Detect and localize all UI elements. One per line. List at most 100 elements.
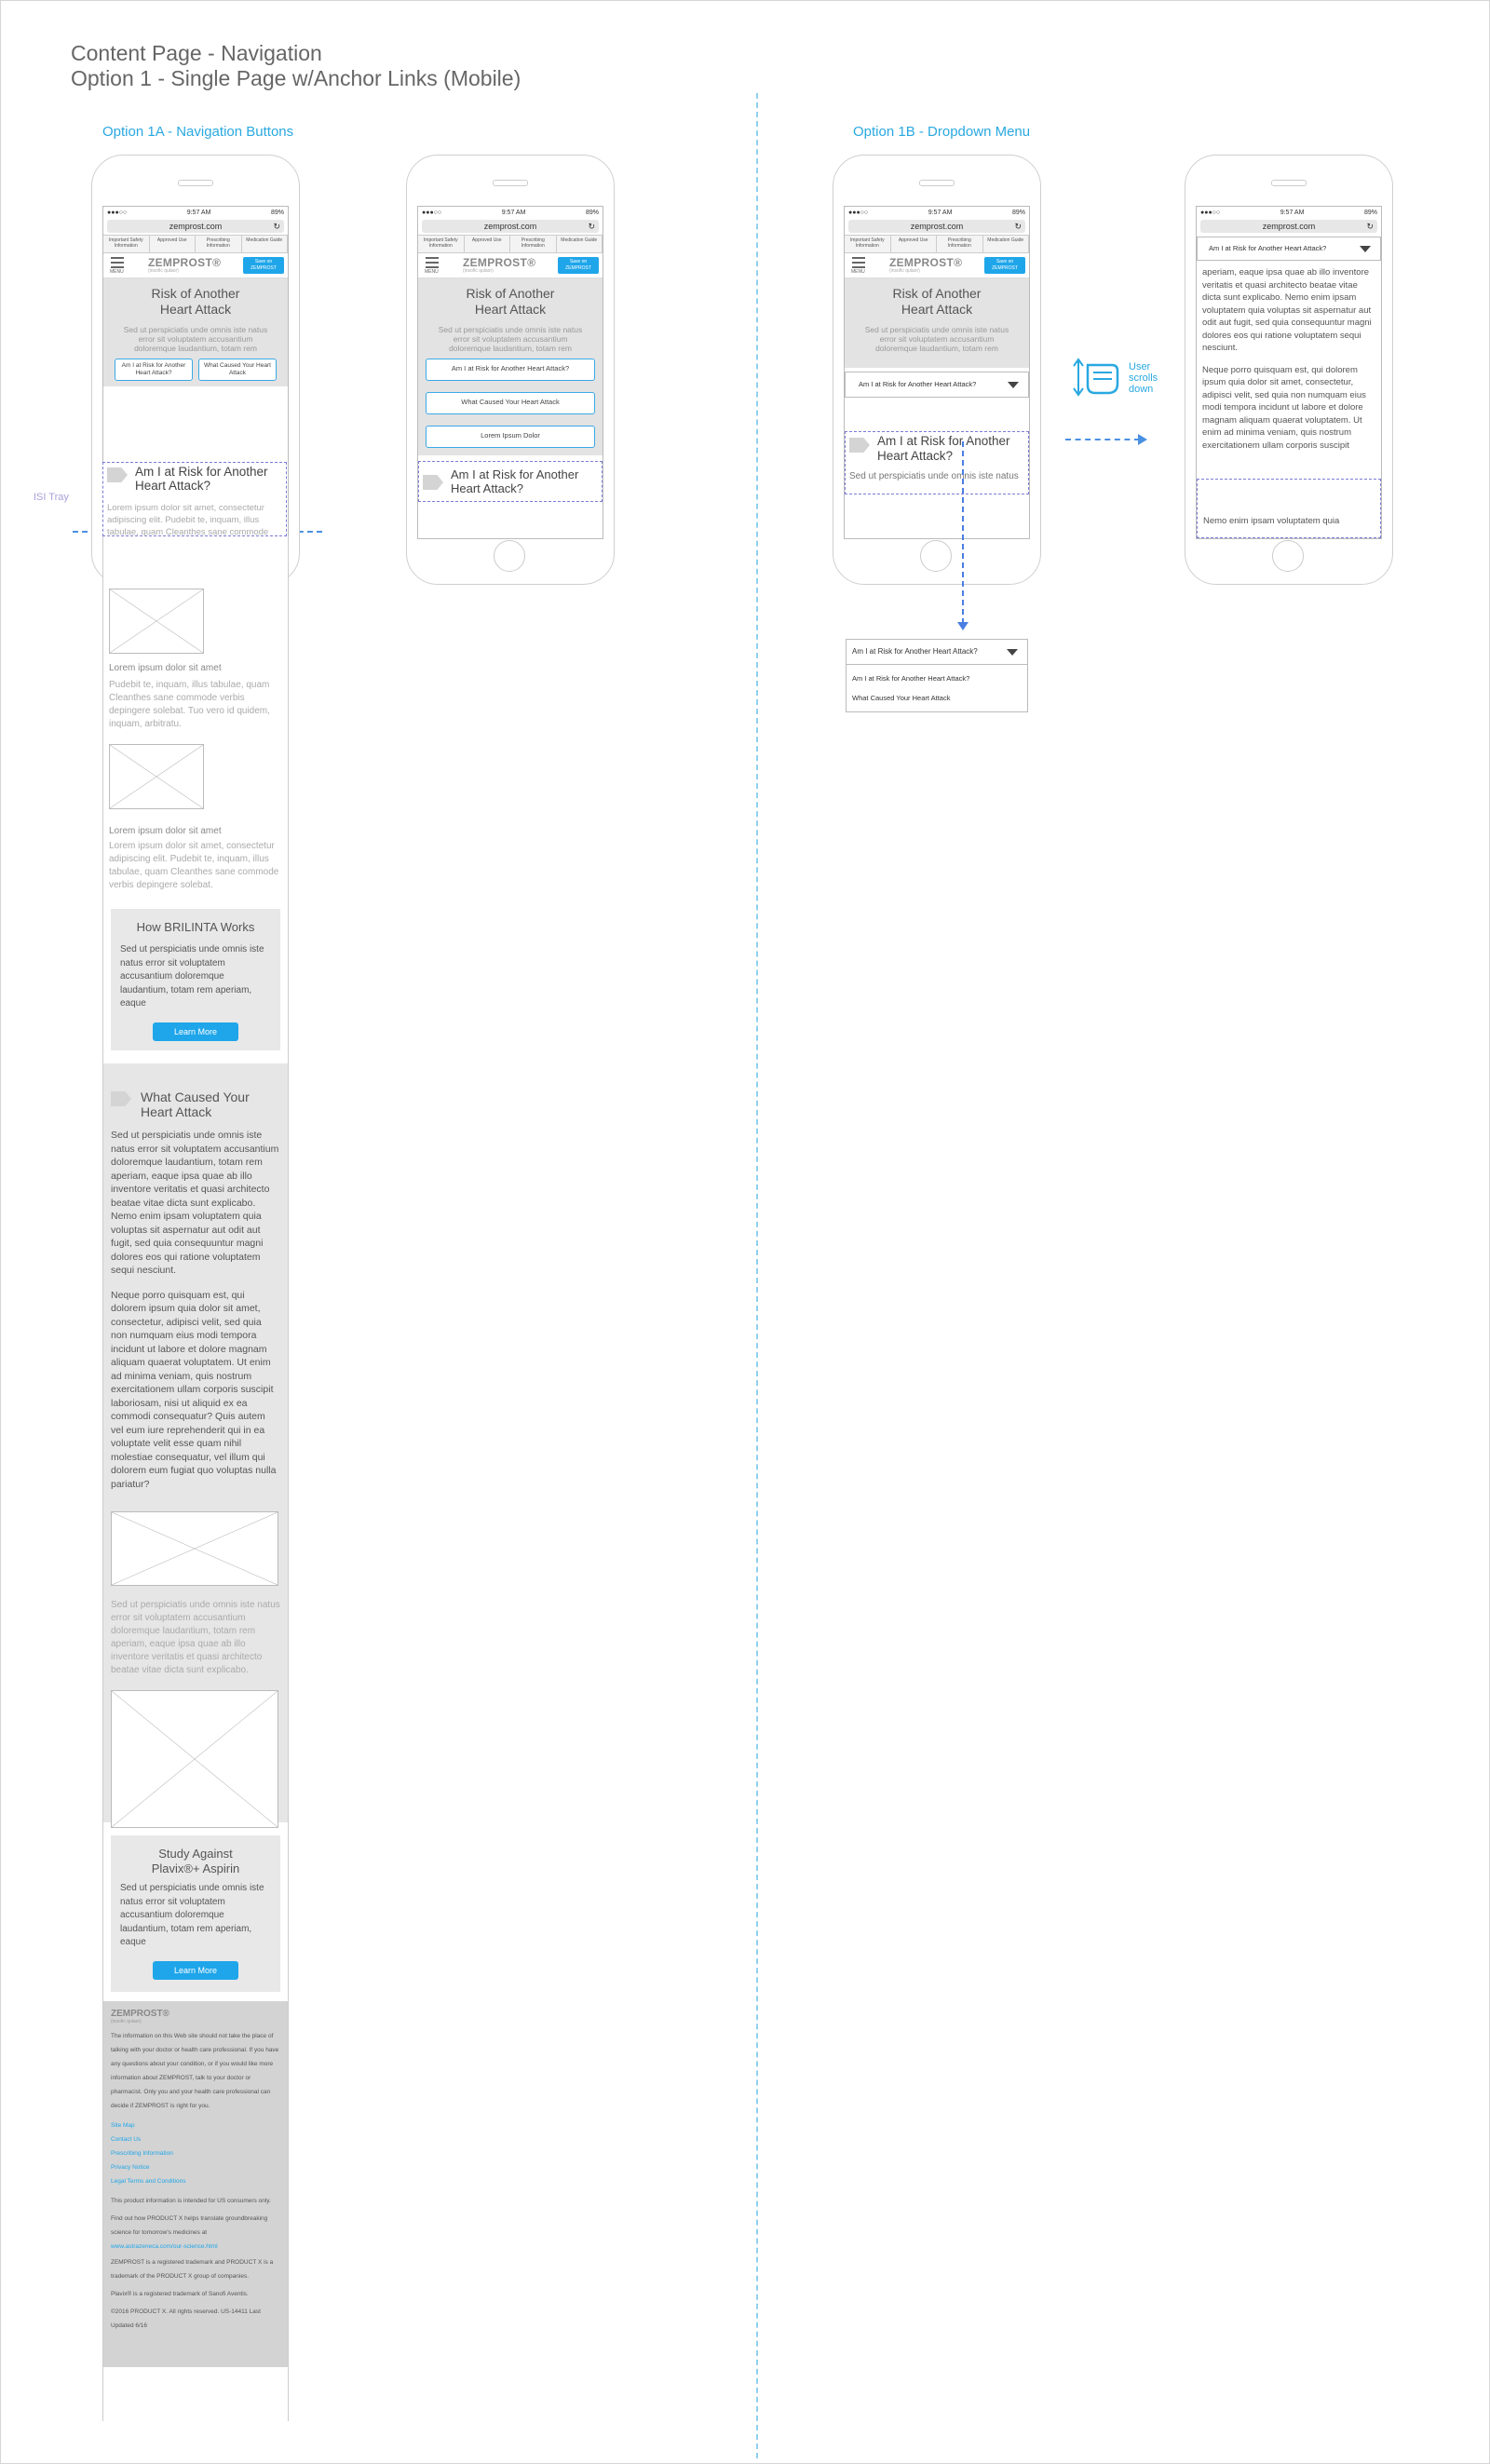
nav-med-guide[interactable]: Medication Guide (983, 236, 1029, 252)
hero: Risk of Another Heart Attack Sed ut pers… (845, 278, 1029, 368)
footer-link-legal[interactable]: Legal Terms and Conditions (111, 2174, 280, 2188)
hero-title: Risk of Another Heart Attack (466, 286, 555, 317)
anchor-button-risk[interactable]: Am I at Risk for Another Heart Attack? (426, 359, 595, 381)
logo-subtitle: (insofic qulaor) (463, 268, 494, 274)
reload-icon[interactable]: ↻ (1366, 220, 1374, 233)
brand-bar: MENU ZEMPROST® (insofic qulaor) Save on … (845, 253, 1029, 278)
footer-us-only: This product information is intended for… (111, 2198, 271, 2204)
option-1b-label: Option 1B - Dropdown Menu (853, 124, 1031, 140)
dropdown-value: Am I at Risk for Another Heart Attack? (1209, 244, 1327, 252)
menu-label: MENU (851, 269, 865, 275)
card-text: Sed ut perspiciatis unde omnis iste natu… (120, 944, 264, 1009)
isi-snippet: Nemo enim ipsam voluptatem quia (1203, 516, 1340, 526)
logo[interactable]: ZEMPROST® (889, 256, 962, 269)
home-button[interactable] (920, 540, 952, 572)
save-on-button[interactable]: Save on ZEMPROST (984, 257, 1025, 274)
section-2-paragraph-1: Sed ut perspiciatis unde omnis iste natu… (111, 1130, 279, 1276)
isi-tray: Am I at Risk for Another Heart Attack? L… (102, 462, 287, 562)
save-on-button[interactable]: Save on ZEMPROST (243, 257, 284, 274)
dropdown-value: Am I at Risk for Another Heart Attack? (859, 380, 977, 388)
dropdown-option-caused[interactable]: What Caused Your Heart Attack (852, 688, 1022, 708)
reload-icon[interactable]: ↻ (1014, 220, 1022, 233)
sticky-anchor-dropdown[interactable]: Am I at Risk for Another Heart Attack? (1197, 237, 1381, 261)
nav-prescribing[interactable]: Prescribing Information (937, 236, 983, 252)
footer-link-privacy[interactable]: Privacy Notice (111, 2160, 280, 2174)
home-button[interactable] (1272, 540, 1304, 572)
user-scrolls-label: User scrolls down (1129, 361, 1158, 395)
chevron-down-icon (1007, 649, 1018, 656)
image-placeholder (109, 589, 204, 654)
scrolled-content: aperiam, eaque ipsa quae ab illo invento… (1197, 261, 1381, 452)
anchor-button-caused[interactable]: What Caused Your Heart Attack (198, 359, 277, 381)
url-bar[interactable]: zemprost.com ↻ (107, 220, 284, 233)
footer-link-contact[interactable]: Contact Us (111, 2132, 280, 2146)
caption-1: Lorem ipsum dolor sit amet (109, 663, 222, 673)
signal-icon: ●●●○○ (1200, 209, 1221, 216)
reload-icon[interactable]: ↻ (588, 220, 595, 233)
battery-icon: 89% (1363, 209, 1377, 216)
footer-url-link[interactable]: www.astrazeneca.com/our-science.html (111, 2240, 280, 2254)
logo[interactable]: ZEMPROST® (148, 256, 221, 269)
url-bar[interactable]: zemprost.com ↻ (422, 220, 599, 233)
study-card: Study Against Plavix®+ Aspirin Sed ut pe… (111, 1835, 280, 1992)
nav-prescribing[interactable]: Prescribing Information (510, 236, 557, 252)
nav-prescribing[interactable]: Prescribing Information (196, 236, 242, 252)
menu-label: MENU (110, 269, 124, 275)
anchor-dropdown[interactable]: Am I at Risk for Another Heart Attack? (845, 372, 1029, 398)
anchor-button-risk[interactable]: Am I at Risk for Another Heart Attack? (115, 359, 193, 381)
url-bar[interactable]: zemprost.com ↻ (848, 220, 1025, 233)
footer-link-site-map[interactable]: Site Map (111, 2119, 280, 2132)
section-2-paragraph-3: Sed ut perspiciatis unde omnis iste natu… (111, 1600, 280, 1675)
nav-approved-use[interactable]: Approved Use (150, 236, 196, 252)
isi-tray: Nemo enim ipsam voluptatem quia (1197, 479, 1381, 538)
anchor-button-caused[interactable]: What Caused Your Heart Attack (426, 392, 595, 414)
arrow-down-icon (957, 622, 968, 630)
dropdown-option-risk[interactable]: Am I at Risk for Another Heart Attack? (852, 669, 1022, 688)
tag-icon (107, 467, 128, 482)
signal-icon: ●●●○○ (422, 209, 442, 216)
phone-1a-stacked: ●●●○○ 9:57 AM 89% zemprost.com ↻ Importan… (406, 155, 615, 585)
card-title-2: Plavix®+ Aspirin (151, 1862, 240, 1875)
footer-copyright: ©2016 PRODUCT X. All rights reserved. US… (111, 2308, 261, 2329)
nav-med-guide[interactable]: Medication Guide (557, 236, 603, 252)
isi-tray: Am I at Risk for Another Heart Attack? (418, 461, 603, 502)
card-title: How BRILINTA Works (136, 920, 255, 934)
reload-icon[interactable]: ↻ (273, 220, 280, 233)
status-time: 9:57 AM (1280, 209, 1305, 216)
save-on-button[interactable]: Save on ZEMPROST (558, 257, 599, 274)
battery-icon: 89% (585, 209, 599, 216)
section-2-paragraph-2: Neque porro quisquam est, qui dolorem ip… (111, 1289, 277, 1490)
footer-find-out: Find out how PRODUCT X helps translate g… (111, 2215, 268, 2236)
brand-bar: MENU ZEMPROST® (insofic qulaor) Save on … (103, 253, 288, 278)
option-1a-label: Option 1A - Navigation Buttons (102, 124, 294, 140)
hero-title: Risk of Another Heart Attack (892, 286, 982, 317)
nav-isi[interactable]: Important Safety Information (845, 236, 891, 252)
nav-isi[interactable]: Important Safety Information (103, 236, 150, 252)
url-bar[interactable]: zemprost.com ↻ (1200, 220, 1377, 233)
tag-icon (111, 1091, 131, 1106)
learn-more-button[interactable]: Learn More (153, 1022, 238, 1041)
isi-tray: Am I at Risk for Another Heart Attack? S… (845, 431, 1029, 494)
nav-isi[interactable]: Important Safety Information (418, 236, 465, 252)
isi-heading: Am I at Risk for Another Heart Attack? (135, 465, 268, 493)
home-button[interactable] (494, 540, 525, 572)
dropdown-options: Am I at Risk for Another Heart Attack? W… (846, 665, 1028, 712)
nav-med-guide[interactable]: Medication Guide (242, 236, 288, 252)
learn-more-button[interactable]: Learn More (153, 1960, 238, 1980)
phone-screen: ●●●○○ 9:57 AM 89% zemprost.com ↻ Importan… (417, 206, 603, 539)
nav-approved-use[interactable]: Approved Use (465, 236, 510, 252)
scroll-gesture-icon (1071, 352, 1125, 402)
status-bar: ●●●○○ 9:57 AM 89% (845, 207, 1029, 218)
footer-trademark-2: Plavix® is a registered trademark of San… (111, 2291, 249, 2297)
anchor-button-lorem[interactable]: Lorem Ipsum Dolor (426, 426, 595, 448)
phone-screen: ●●●○○ 9:57 AM 89% zemprost.com ↻ Am I at … (1196, 206, 1382, 539)
footer-link-prescribing[interactable]: Prescribing Information (111, 2146, 280, 2160)
dropdown-field[interactable]: Am I at Risk for Another Heart Attack? (846, 639, 1028, 665)
logo-subtitle: (insofic qulaor) (148, 268, 179, 274)
nav-approved-use[interactable]: Approved Use (891, 236, 937, 252)
arrow-right-icon (1138, 434, 1147, 445)
phone-speaker (1271, 180, 1307, 186)
anchor-buttons: Am I at Risk for Another Heart Attack? W… (111, 359, 280, 381)
expanded-dropdown: Am I at Risk for Another Heart Attack? A… (846, 639, 1028, 712)
logo[interactable]: ZEMPROST® (463, 256, 535, 269)
